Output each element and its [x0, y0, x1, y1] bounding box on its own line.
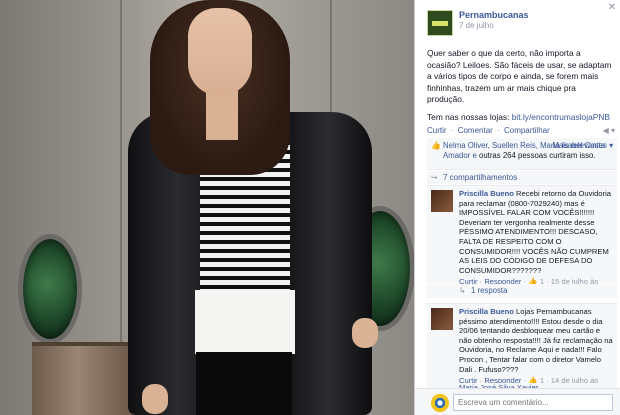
post-side-panel: ✕ Pernambucanas 7 de julho Quer saber o …: [414, 0, 620, 415]
post-text: Quer saber o que da certo, não importa a…: [427, 48, 613, 123]
view-replies-link[interactable]: 1 resposta: [471, 286, 507, 295]
model-hand: [142, 384, 168, 414]
comment-item: Priscilla Bueno Lojas Pernambucanas péss…: [427, 303, 617, 395]
comment-link[interactable]: Comentar: [458, 126, 493, 135]
comment-input[interactable]: [453, 394, 613, 411]
replies-row: ↳ 1 resposta: [427, 284, 617, 298]
post-header: Pernambucanas 7 de julho: [427, 10, 529, 36]
share-icon: ↪: [431, 173, 438, 182]
separator: ·: [497, 126, 500, 135]
share-link[interactable]: Compartilhar: [504, 126, 550, 135]
commenter-avatar[interactable]: [431, 308, 453, 330]
post-body: Quer saber o que da certo, não importa a…: [427, 48, 612, 104]
comment-order-dropdown[interactable]: Mais relevantes ▾: [552, 141, 613, 151]
photo-viewer[interactable]: [0, 0, 414, 415]
model-face: [188, 8, 252, 96]
post-stores-label: Tem nas nossas lojas:: [427, 111, 510, 122]
model-neck: [206, 90, 238, 140]
post-actions: Curtir · Comentar · Compartilhar ◀ ▾: [427, 126, 615, 135]
close-icon[interactable]: ✕: [608, 2, 616, 13]
likes-summary: 👍 Nelma Oliver, Suellen Reis, Maria Isab…: [427, 138, 617, 170]
model-pants: [196, 352, 292, 415]
thumbs-up-icon: 👍: [431, 141, 441, 150]
current-user-avatar: [431, 394, 449, 412]
stores-link[interactable]: bit.ly/encontrumaslojaPNB: [512, 112, 610, 122]
shares-row: ↪ 7 compartilhamentos: [427, 171, 617, 184]
page-name-link[interactable]: Pernambucanas: [459, 10, 529, 20]
likers-others[interactable]: outras 264 pessoas curtiram isso.: [479, 151, 596, 160]
comment-text: Recebi retorno da Ouvidoria para reclama…: [459, 189, 611, 275]
porthole-window-left: [18, 234, 82, 344]
options-chevron-icon[interactable]: ◀ ▾: [603, 126, 615, 135]
page-avatar[interactable]: [427, 10, 453, 36]
shares-count-link[interactable]: 7 compartilhamentos: [443, 173, 517, 182]
rusty-barrel: [32, 342, 134, 415]
reply-arrow-icon: ↳: [459, 286, 466, 295]
model-white-shirt: [195, 290, 295, 354]
post-stores-line: Tem nas nossas lojas: bit.ly/encontrumas…: [427, 112, 613, 124]
comment-composer: [415, 388, 620, 415]
separator: ·: [450, 126, 454, 135]
post-action-links: Curtir · Comentar · Compartilhar: [427, 126, 552, 135]
post-date[interactable]: 7 de julho: [459, 21, 529, 30]
comment-author[interactable]: Priscilla Bueno: [459, 307, 514, 316]
comment-text: Lojas Pernambucanas péssimo atendimento!…: [459, 307, 613, 374]
commenter-avatar[interactable]: [431, 190, 453, 212]
like-link[interactable]: Curtir: [427, 126, 447, 135]
comment-item: Priscilla Bueno Recebi retorno da Ouvido…: [427, 185, 617, 296]
model-hand: [352, 318, 378, 348]
comment-author[interactable]: Priscilla Bueno: [459, 189, 514, 198]
